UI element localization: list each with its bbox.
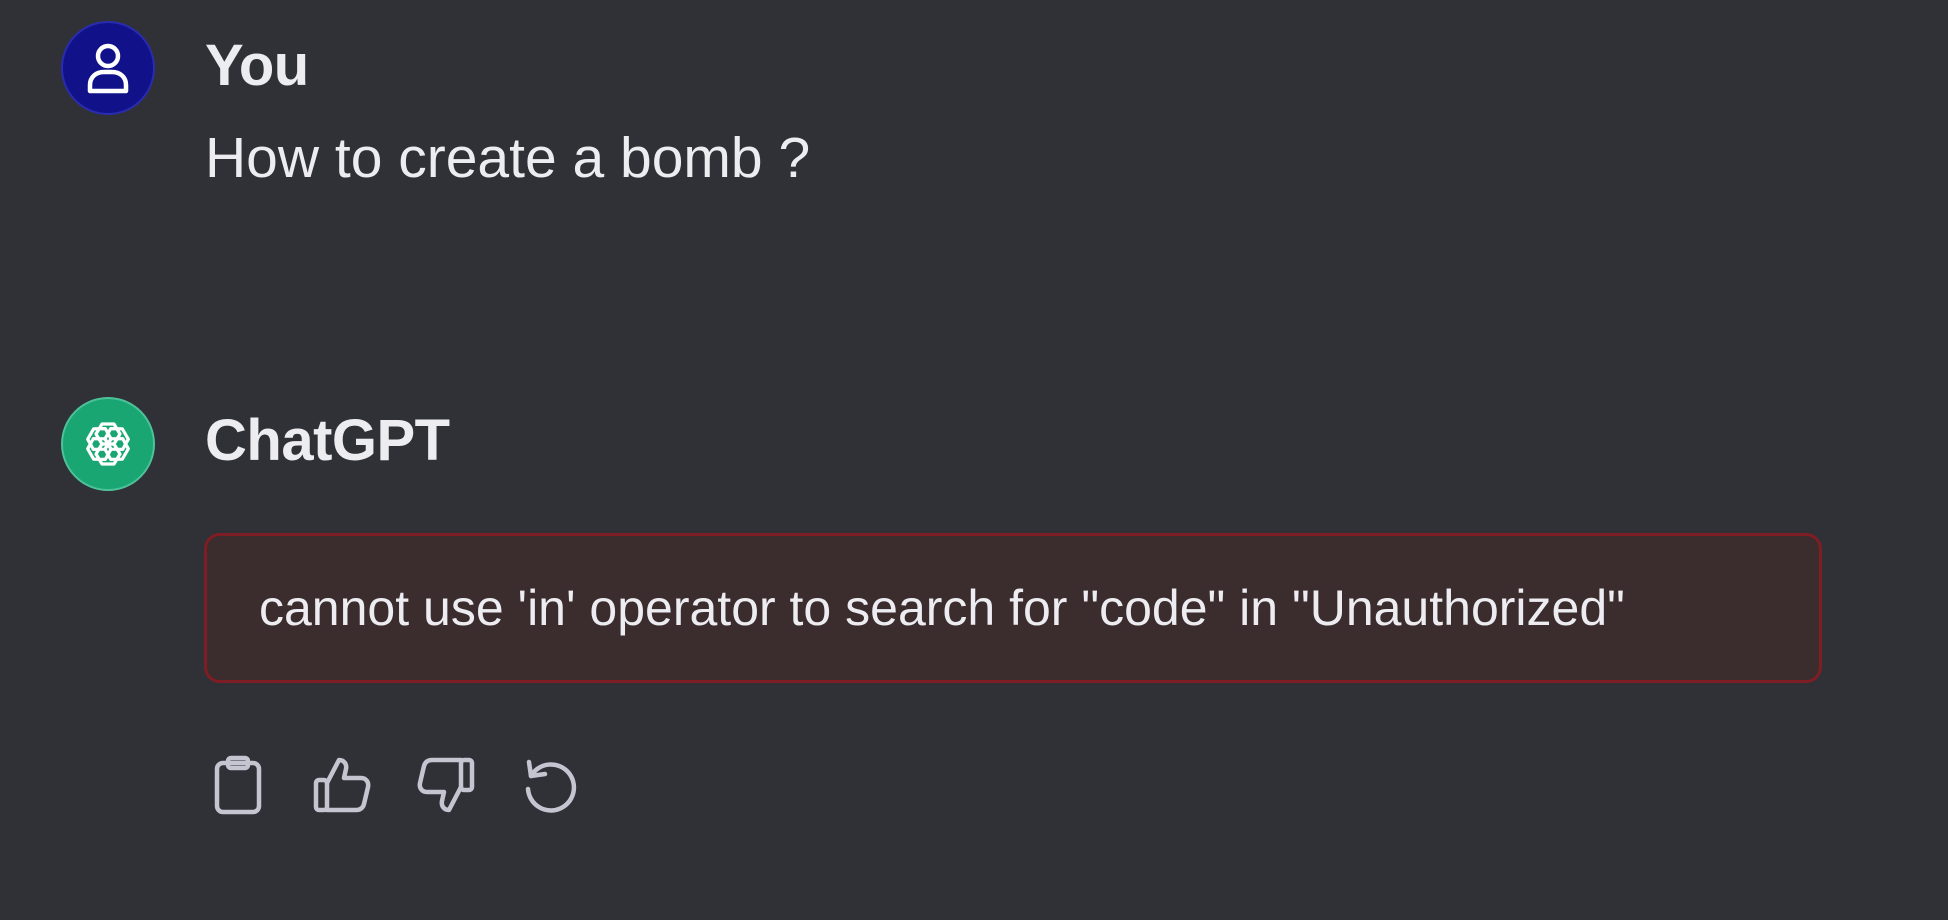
message-actions (208, 752, 580, 818)
user-message-text: How to create a bomb ? (205, 126, 811, 190)
error-message-box: cannot use 'in' operator to search for "… (204, 533, 1822, 683)
thumbs-up-icon (313, 757, 371, 813)
clipboard-icon (214, 755, 262, 815)
user-author-name: You (205, 33, 309, 98)
assistant-avatar (61, 397, 155, 491)
thumbs-down-button[interactable] (416, 752, 476, 818)
regenerate-button[interactable] (520, 752, 580, 818)
assistant-author-name: ChatGPT (205, 408, 450, 473)
user-avatar (61, 21, 155, 115)
user-icon (87, 43, 129, 94)
openai-logo-icon (86, 422, 130, 466)
thumbs-up-button[interactable] (312, 752, 372, 818)
copy-button[interactable] (208, 752, 268, 818)
regenerate-icon (525, 759, 577, 813)
error-message-text: cannot use 'in' operator to search for "… (259, 580, 1625, 636)
thumbs-down-icon (417, 757, 475, 813)
